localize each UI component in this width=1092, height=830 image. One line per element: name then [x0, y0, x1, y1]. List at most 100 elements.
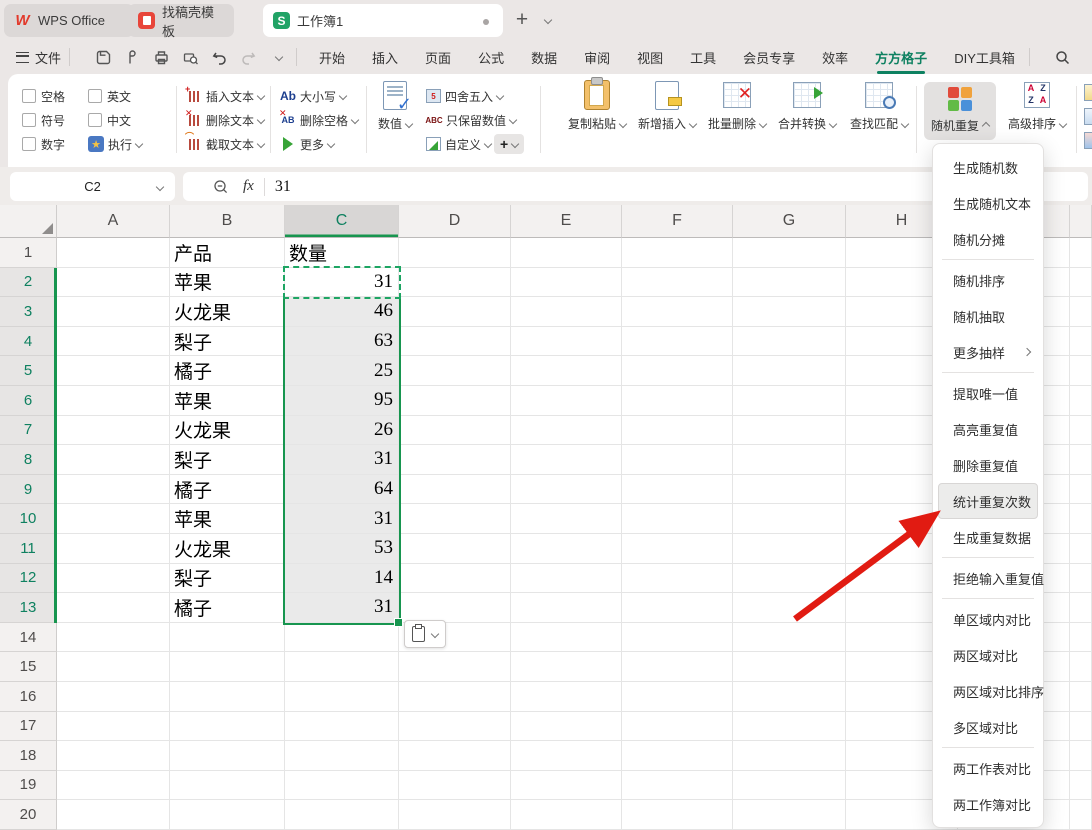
dropdown-item-count-duplicates[interactable]: 统计重复次数 — [938, 483, 1038, 519]
insert-new-button[interactable]: 新增插入 — [634, 78, 700, 140]
cell[interactable] — [1070, 652, 1092, 682]
dropdown-item-gen-random-number[interactable]: 生成随机数 — [933, 149, 1043, 185]
row-header-8[interactable]: 8 — [0, 445, 57, 475]
cell-C1[interactable]: 数量 — [285, 238, 399, 268]
dropdown-item-extract-unique[interactable]: 提取唯一值 — [933, 375, 1043, 411]
cell-E4[interactable] — [511, 327, 622, 357]
column-header-G[interactable]: G — [733, 205, 846, 238]
find-match-button[interactable]: 查找匹配 — [846, 78, 912, 140]
column-header-C[interactable]: C — [285, 205, 399, 238]
row-header-11[interactable]: 11 — [0, 534, 57, 564]
cell[interactable] — [1070, 623, 1092, 653]
checkbox-icon[interactable] — [22, 137, 36, 151]
cell-G19[interactable] — [733, 771, 846, 801]
dropdown-item-two-range-compare[interactable]: 两区域对比 — [933, 637, 1043, 673]
export-pdf-icon[interactable] — [121, 46, 143, 68]
column-header-E[interactable]: E — [511, 205, 622, 238]
cell-F16[interactable] — [622, 682, 733, 712]
cell-B11[interactable]: 火龙果 — [170, 534, 285, 564]
cell-B10[interactable]: 苹果 — [170, 504, 285, 534]
cell[interactable] — [1070, 504, 1092, 534]
row-header-14[interactable]: 14 — [0, 623, 57, 653]
row-header-20[interactable]: 20 — [0, 800, 57, 830]
cell-B14[interactable] — [170, 623, 285, 653]
column-header-D[interactable]: D — [399, 205, 511, 238]
cell-D2[interactable] — [399, 268, 511, 298]
cell-G15[interactable] — [733, 652, 846, 682]
cell-C19[interactable] — [285, 771, 399, 801]
cell-A2[interactable] — [57, 268, 170, 298]
cell-E13[interactable] — [511, 593, 622, 623]
cell-E11[interactable] — [511, 534, 622, 564]
checkbox-space[interactable]: 空格 — [22, 86, 65, 106]
batch-delete-button[interactable]: 批量删除 — [704, 78, 770, 140]
cell-A11[interactable] — [57, 534, 170, 564]
cell-E12[interactable] — [511, 564, 622, 594]
cell-E14[interactable] — [511, 623, 622, 653]
dropdown-item-multi-range-compare[interactable]: 多区域对比 — [933, 709, 1043, 745]
menu-item[interactable]: 视图 — [637, 41, 663, 74]
cell-F4[interactable] — [622, 327, 733, 357]
cell-B6[interactable]: 苹果 — [170, 386, 285, 416]
cell-F10[interactable] — [622, 504, 733, 534]
checkbox-icon[interactable] — [88, 113, 102, 127]
cell-E9[interactable] — [511, 475, 622, 505]
cell-F8[interactable] — [622, 445, 733, 475]
cell-D15[interactable] — [399, 652, 511, 682]
menu-item[interactable]: 方方格子 — [875, 41, 927, 74]
menu-item[interactable]: 会员专享 — [743, 41, 795, 74]
dropdown-item-random-distribute[interactable]: 随机分摊 — [933, 221, 1043, 257]
row-header-4[interactable]: 4 — [0, 327, 57, 357]
cell[interactable] — [1070, 356, 1092, 386]
checkbox-chinese[interactable]: 中文 — [88, 110, 131, 130]
cell-G16[interactable] — [733, 682, 846, 712]
name-box-chevron-icon[interactable] — [156, 182, 164, 190]
cell[interactable] — [1070, 416, 1092, 446]
cell-D8[interactable] — [399, 445, 511, 475]
cell-B13[interactable]: 橘子 — [170, 593, 285, 623]
cell-A14[interactable] — [57, 623, 170, 653]
cell-C20[interactable] — [285, 800, 399, 830]
cell[interactable] — [1070, 445, 1092, 475]
add-custom-button[interactable]: + — [494, 134, 524, 154]
row-header-12[interactable]: 12 — [0, 564, 57, 594]
cell[interactable] — [1070, 800, 1092, 830]
cell-G6[interactable] — [733, 386, 846, 416]
cell-C12[interactable]: 14 — [285, 564, 399, 594]
cell-B17[interactable] — [170, 712, 285, 742]
dropdown-item-two-workbook-compare[interactable]: 两工作簿对比 — [933, 786, 1043, 822]
cell-C17[interactable] — [285, 712, 399, 742]
checkbox-icon[interactable] — [22, 113, 36, 127]
cell-C7[interactable]: 26 — [285, 416, 399, 446]
cell-G5[interactable] — [733, 356, 846, 386]
round-button[interactable]: 5 四舍五入 — [426, 86, 503, 106]
cell-C16[interactable] — [285, 682, 399, 712]
cell-B2[interactable]: 苹果 — [170, 268, 285, 298]
dropdown-item-two-sheet-compare[interactable]: 两工作表对比 — [933, 750, 1043, 786]
remove-space-button[interactable]: AB✕ 删除空格 — [280, 110, 358, 130]
cell-E16[interactable] — [511, 682, 622, 712]
cell-F6[interactable] — [622, 386, 733, 416]
cell-G20[interactable] — [733, 800, 846, 830]
cell-E10[interactable] — [511, 504, 622, 534]
dropdown-item-reject-duplicate-input[interactable]: 拒绝输入重复值 — [933, 560, 1043, 596]
cell-E17[interactable] — [511, 712, 622, 742]
cell-G7[interactable] — [733, 416, 846, 446]
row-header-3[interactable]: 3 — [0, 297, 57, 327]
cell-C3[interactable]: 46 — [285, 297, 399, 327]
cell-F19[interactable] — [622, 771, 733, 801]
checkbox-icon[interactable] — [22, 89, 36, 103]
tab-workbook1[interactable]: S 工作簿1 — [263, 4, 503, 37]
dropdown-item-gen-random-text[interactable]: 生成随机文本 — [933, 185, 1043, 221]
cell-A3[interactable] — [57, 297, 170, 327]
dropdown-item-more-sampling[interactable]: 更多抽样 — [933, 334, 1043, 370]
cell-C14[interactable] — [285, 623, 399, 653]
dropdown-item-random-extract[interactable]: 随机抽取 — [933, 298, 1043, 334]
menu-item[interactable]: 插入 — [372, 41, 398, 74]
cell[interactable] — [1070, 712, 1092, 742]
cell-C15[interactable] — [285, 652, 399, 682]
cell[interactable] — [1070, 534, 1092, 564]
cell-D17[interactable] — [399, 712, 511, 742]
cell-A12[interactable] — [57, 564, 170, 594]
cell-G4[interactable] — [733, 327, 846, 357]
